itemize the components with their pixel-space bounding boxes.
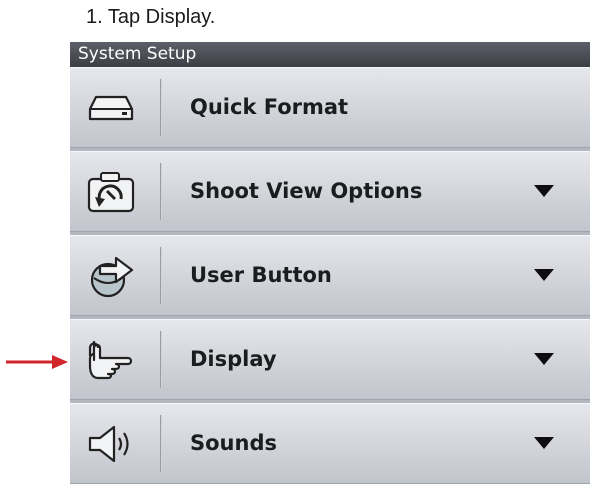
tutorial-page: 1. Tap Display. System Setup Quick Forma…	[0, 0, 593, 484]
speaker-icon	[76, 413, 146, 474]
row-divider	[160, 331, 162, 388]
menu-item-label: Display	[190, 347, 277, 371]
drive-icon	[76, 77, 146, 138]
menu-item-user-button[interactable]: User Button	[70, 235, 590, 316]
row-divider	[160, 247, 162, 304]
red-pointer-arrow-icon	[6, 355, 68, 369]
menu-item-label: Quick Format	[190, 95, 349, 119]
menu-item-display[interactable]: Display	[70, 319, 590, 400]
menu-item-label: Shoot View Options	[190, 179, 423, 203]
user-button-icon	[76, 245, 146, 306]
camera-rotate-icon	[76, 161, 146, 222]
chevron-down-icon[interactable]	[534, 353, 554, 365]
row-divider	[160, 79, 162, 136]
system-setup-panel: System Setup Quick Format Shoot View Opt…	[70, 42, 590, 484]
menu-list: Quick Format Shoot View Options User But…	[70, 67, 590, 484]
chevron-down-icon[interactable]	[534, 269, 554, 281]
chevron-down-icon[interactable]	[534, 185, 554, 197]
menu-item-sounds[interactable]: Sounds	[70, 403, 590, 484]
menu-item-label: Sounds	[190, 431, 277, 455]
row-divider	[160, 415, 162, 472]
panel-title: System Setup	[70, 42, 590, 67]
row-divider	[160, 163, 162, 220]
instruction-text: 1. Tap Display.	[86, 6, 216, 28]
pointing-hand-icon	[76, 329, 146, 390]
chevron-down-icon[interactable]	[534, 437, 554, 449]
menu-item-quick-format[interactable]: Quick Format	[70, 67, 590, 148]
menu-item-label: User Button	[190, 263, 332, 287]
menu-item-shoot-view-options[interactable]: Shoot View Options	[70, 151, 590, 232]
